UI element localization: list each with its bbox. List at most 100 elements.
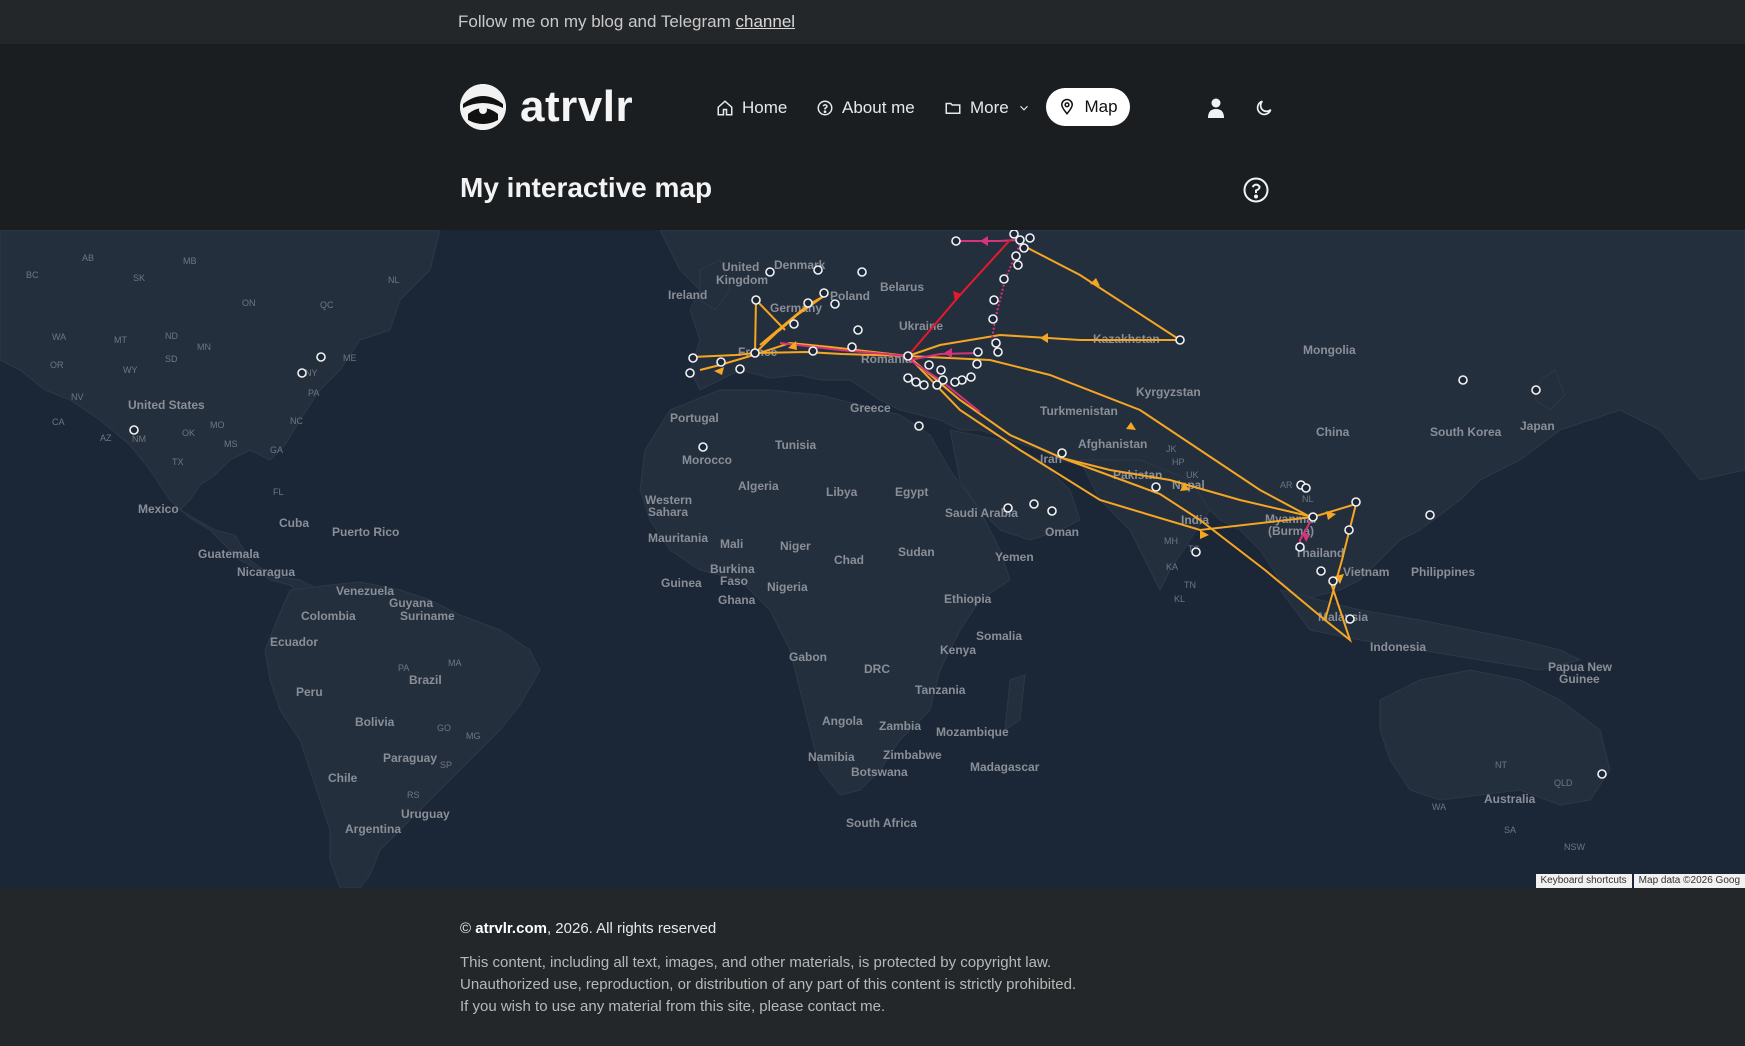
label-region-ca: CA [52, 417, 65, 427]
place-marker[interactable] [1328, 576, 1338, 586]
place-marker[interactable] [903, 373, 913, 383]
footer-site-link[interactable]: atrvlr.com [475, 920, 547, 937]
place-marker[interactable] [819, 288, 829, 298]
label-region-uk: UK [1186, 470, 1199, 480]
place-marker[interactable] [991, 338, 1001, 348]
map-data-attribution: Map data ©2026 Goog [1633, 874, 1745, 888]
label-australia: Australia [1484, 792, 1536, 806]
label-south-korea: South Korea [1430, 425, 1502, 439]
site-header: atrvlr Home About me More Map My interac… [0, 44, 1745, 230]
map-canvas[interactable]: Ireland United Kingdom Denmark Germany P… [0, 230, 1745, 888]
map-help-button[interactable] [1242, 176, 1270, 204]
nav-home[interactable]: Home [716, 88, 787, 128]
label-nicaragua: Nicaragua [237, 565, 295, 579]
label-brazil: Brazil [409, 673, 442, 687]
nav-map[interactable]: Map [1046, 88, 1130, 126]
place-marker[interactable] [1597, 769, 1607, 779]
nav-about[interactable]: About me [816, 88, 915, 128]
place-marker[interactable] [1351, 497, 1361, 507]
label-paraguay: Paraguay [383, 751, 437, 765]
label-mauritania: Mauritania [648, 531, 708, 545]
place-marker[interactable] [1531, 385, 1541, 395]
place-marker[interactable] [1301, 483, 1311, 493]
place-marker[interactable] [1295, 542, 1305, 552]
label-region-qc: QC [320, 300, 334, 310]
place-marker[interactable] [1011, 251, 1021, 261]
place-marker[interactable] [765, 267, 775, 277]
label-united-kingdom: United [722, 260, 759, 274]
label-region-mn: MN [197, 342, 211, 352]
place-marker[interactable] [1151, 482, 1161, 492]
place-marker[interactable] [847, 342, 857, 352]
place-marker[interactable] [914, 421, 924, 431]
place-marker[interactable] [966, 372, 976, 382]
place-marker[interactable] [1003, 503, 1013, 513]
place-marker[interactable] [1425, 510, 1435, 520]
place-marker[interactable] [1458, 375, 1468, 385]
place-marker[interactable] [903, 351, 913, 361]
label-gabon: Gabon [789, 650, 827, 664]
place-marker[interactable] [1057, 448, 1067, 458]
folder-icon [945, 102, 961, 114]
label-region-or: OR [50, 360, 64, 370]
label-tanzania: Tanzania [915, 683, 966, 697]
place-marker[interactable] [924, 360, 934, 370]
place-marker[interactable] [789, 319, 799, 329]
place-marker[interactable] [735, 364, 745, 374]
place-marker[interactable] [685, 368, 695, 378]
keyboard-shortcuts-link[interactable]: Keyboard shortcuts [1535, 874, 1632, 888]
place-marker[interactable] [1344, 525, 1354, 535]
place-marker[interactable] [808, 346, 818, 356]
place-marker[interactable] [830, 299, 840, 309]
chevron-down-icon [1019, 105, 1028, 111]
place-marker[interactable] [751, 295, 761, 305]
place-marker[interactable] [932, 380, 942, 390]
place-marker[interactable] [1191, 547, 1201, 557]
place-marker[interactable] [999, 274, 1009, 284]
place-marker[interactable] [698, 442, 708, 452]
place-marker[interactable] [857, 267, 867, 277]
theme-toggle[interactable] [1250, 94, 1278, 122]
place-marker[interactable] [989, 295, 999, 305]
place-marker[interactable] [688, 353, 698, 363]
place-marker[interactable] [853, 325, 863, 335]
place-marker[interactable] [316, 352, 326, 362]
place-marker[interactable] [1175, 335, 1185, 345]
place-marker[interactable] [993, 347, 1003, 357]
label-china: China [1316, 425, 1350, 439]
place-marker[interactable] [972, 359, 982, 369]
place-marker[interactable] [1047, 506, 1057, 516]
label-belarus: Belarus [880, 280, 924, 294]
place-marker[interactable] [1019, 243, 1029, 253]
place-marker[interactable] [1029, 499, 1039, 509]
place-marker[interactable] [1013, 260, 1023, 270]
brand-name[interactable]: atrvlr [520, 82, 633, 132]
place-marker[interactable] [803, 298, 813, 308]
user-button[interactable] [1202, 94, 1230, 122]
label-region-mo: MO [210, 420, 225, 430]
label-united-states: United States [128, 398, 205, 412]
place-marker[interactable] [973, 347, 983, 357]
place-marker[interactable] [936, 365, 946, 375]
place-marker[interactable] [1345, 614, 1355, 624]
site-logo[interactable] [460, 84, 506, 130]
nav-more[interactable]: More [944, 88, 1031, 128]
place-marker[interactable] [988, 314, 998, 324]
place-marker[interactable] [1025, 233, 1035, 243]
label-argentina: Argentina [345, 822, 401, 836]
place-marker[interactable] [297, 368, 307, 378]
place-marker[interactable] [911, 377, 921, 387]
place-marker[interactable] [951, 236, 961, 246]
place-marker[interactable] [750, 348, 760, 358]
place-marker[interactable] [950, 377, 960, 387]
place-marker[interactable] [1015, 235, 1025, 245]
place-marker[interactable] [813, 265, 823, 275]
place-marker[interactable] [1316, 566, 1326, 576]
place-marker[interactable] [1308, 512, 1318, 522]
place-marker[interactable] [919, 380, 929, 390]
label-cuba: Cuba [279, 516, 309, 530]
place-marker[interactable] [716, 357, 726, 367]
place-marker[interactable] [129, 425, 139, 435]
interactive-map[interactable]: Ireland United Kingdom Denmark Germany P… [0, 230, 1745, 888]
telegram-channel-link[interactable]: channel [736, 12, 796, 31]
